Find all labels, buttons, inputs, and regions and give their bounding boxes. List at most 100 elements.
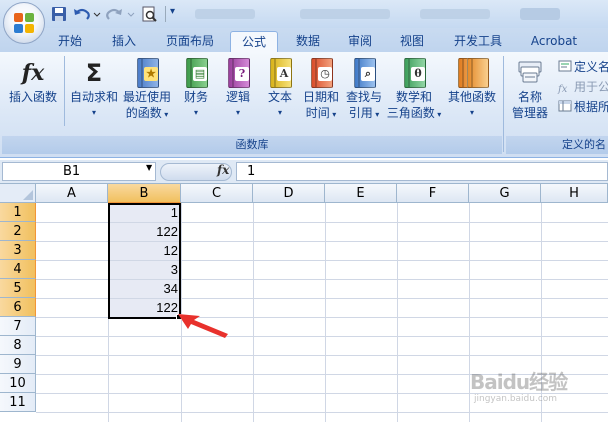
create-from-selection-button[interactable]: 根据所	[558, 98, 608, 116]
more-books-icon	[458, 58, 489, 88]
financial-button[interactable]: ▤ 财务 ▾	[178, 58, 214, 121]
math-label-2: 三角函数 ▾	[386, 106, 442, 120]
math-book-icon: θ	[400, 58, 428, 88]
row-header-5[interactable]: 5	[0, 279, 36, 298]
blurred-title	[300, 9, 390, 19]
quick-access-separator	[165, 6, 166, 22]
recently-used-button[interactable]: ★ 最近使用 的函数 ▾	[122, 58, 172, 123]
text-label: 文本	[267, 90, 292, 104]
undo-icon[interactable]	[72, 5, 101, 23]
tab-review[interactable]: 审阅	[340, 31, 380, 52]
excel-window: { "tabs": [ {"label": "开始"}, {"label": "…	[0, 0, 608, 422]
autosum-label: 自动求和	[69, 90, 118, 104]
create-from-selection-icon	[558, 99, 572, 112]
math-trig-button[interactable]: θ 数学和 三角函数 ▾	[386, 58, 442, 123]
formula-input[interactable]: 1	[236, 162, 608, 181]
office-button[interactable]	[3, 2, 45, 44]
title-bar: ▾	[0, 0, 608, 28]
name-box-dropdown-icon[interactable]: ▼	[146, 163, 152, 172]
dropdown-arrow-icon: ▾	[193, 108, 198, 117]
group-label-defined-names: 定义的名	[506, 136, 608, 154]
more-functions-label: 其他函数	[447, 90, 496, 104]
define-name-label: 定义名	[574, 60, 608, 74]
selection-border	[108, 203, 181, 319]
red-arrow-annotation	[178, 314, 228, 338]
gridline	[36, 336, 608, 337]
sigma-icon: Σ	[85, 59, 103, 87]
define-name-button[interactable]: 定义名	[558, 58, 608, 76]
tab-formulas[interactable]: 公式	[230, 31, 278, 52]
blurred-title	[420, 9, 490, 19]
ribbon-tabs: 开始 插入 页面布局 公式 数据 审阅 视图 开发工具 Acrobat	[0, 28, 608, 52]
gridline	[36, 412, 608, 413]
date-time-button[interactable]: ◷ 日期和 时间 ▾	[300, 58, 342, 123]
row-header-8[interactable]: 8	[0, 336, 36, 355]
text-button[interactable]: A 文本 ▾	[262, 58, 298, 121]
customize-quick-access-icon[interactable]: ▾	[170, 6, 175, 17]
tab-view[interactable]: 视图	[392, 31, 432, 52]
row-header-4[interactable]: 4	[0, 260, 36, 279]
lookup-book-icon: ⌕	[350, 58, 378, 88]
row-header-11[interactable]: 11	[0, 393, 36, 412]
watermark-main: Baidu经验	[470, 370, 568, 394]
column-header-a[interactable]: A	[36, 184, 108, 203]
name-box[interactable]: B1	[2, 162, 156, 181]
create-from-selection-label: 根据所	[574, 100, 608, 114]
save-icon[interactable]	[50, 5, 68, 23]
define-name-icon	[558, 59, 572, 72]
gridline	[253, 203, 254, 422]
tab-page-layout[interactable]: 页面布局	[158, 31, 222, 52]
baidu-watermark: Baidu经验 jingyan.baidu.com	[470, 366, 600, 410]
tab-data[interactable]: 数据	[288, 31, 328, 52]
dropdown-arrow-icon: ▾	[91, 108, 96, 117]
column-header-b[interactable]: B	[108, 184, 181, 203]
recently-used-label: 最近使用	[122, 90, 171, 104]
more-functions-button[interactable]: 其他函数 ▾	[446, 58, 498, 121]
column-header-d[interactable]: D	[253, 184, 325, 203]
recent-book-icon: ★	[133, 58, 161, 88]
insert-function-button[interactable]: fx 插入函数	[6, 58, 60, 105]
logical-label: 逻辑	[225, 90, 250, 104]
tab-home[interactable]: 开始	[50, 31, 90, 52]
row-header-2[interactable]: 2	[0, 222, 36, 241]
fx-icon: fx	[21, 60, 45, 86]
group-label-function-library: 函数库	[2, 136, 502, 154]
row-header-10[interactable]: 10	[0, 374, 36, 393]
financial-book-icon: ▤	[182, 58, 210, 88]
column-header-f[interactable]: F	[397, 184, 469, 203]
tab-acrobat[interactable]: Acrobat	[524, 31, 584, 52]
column-header-g[interactable]: G	[469, 184, 541, 203]
name-manager-button[interactable]: 名称 管理器	[508, 58, 552, 121]
row-header-6[interactable]: 6	[0, 298, 36, 317]
watermark-sub: jingyan.baidu.com	[474, 394, 558, 404]
redo-icon[interactable]	[106, 5, 135, 23]
select-all-button[interactable]	[0, 184, 36, 203]
autosum-button[interactable]: Σ 自动求和 ▾	[68, 58, 120, 121]
math-label: 数学和	[395, 90, 432, 104]
use-in-formula-label: 用于公	[574, 80, 608, 94]
office-logo-icon	[14, 13, 34, 33]
insert-function-fx-icon[interactable]: fx	[217, 163, 229, 177]
row-header-9[interactable]: 9	[0, 355, 36, 374]
tab-insert[interactable]: 插入	[104, 31, 144, 52]
dropdown-arrow-icon: ▾	[277, 108, 282, 117]
window-controls[interactable]	[520, 8, 560, 20]
insert-function-label: 插入函数	[8, 90, 57, 104]
row-header-7[interactable]: 7	[0, 317, 36, 336]
name-manager-label-2: 管理器	[511, 106, 548, 120]
name-manager-label: 名称	[517, 90, 542, 104]
dropdown-arrow-icon: ▾	[469, 108, 474, 117]
column-header-c[interactable]: C	[181, 184, 253, 203]
blurred-title	[195, 9, 255, 19]
gridline	[325, 203, 326, 422]
logical-button[interactable]: ? 逻辑 ▾	[220, 58, 256, 121]
print-preview-icon[interactable]	[140, 5, 158, 23]
tab-developer[interactable]: 开发工具	[446, 31, 510, 52]
use-in-formula-button[interactable]: fx 用于公	[558, 78, 608, 96]
row-header-3[interactable]: 3	[0, 241, 36, 260]
lookup-reference-button[interactable]: ⌕ 查找与 引用 ▾	[342, 58, 386, 123]
column-header-h[interactable]: H	[541, 184, 608, 203]
row-header-1[interactable]: 1	[0, 203, 36, 222]
column-header-e[interactable]: E	[325, 184, 397, 203]
financial-label: 财务	[183, 90, 208, 104]
